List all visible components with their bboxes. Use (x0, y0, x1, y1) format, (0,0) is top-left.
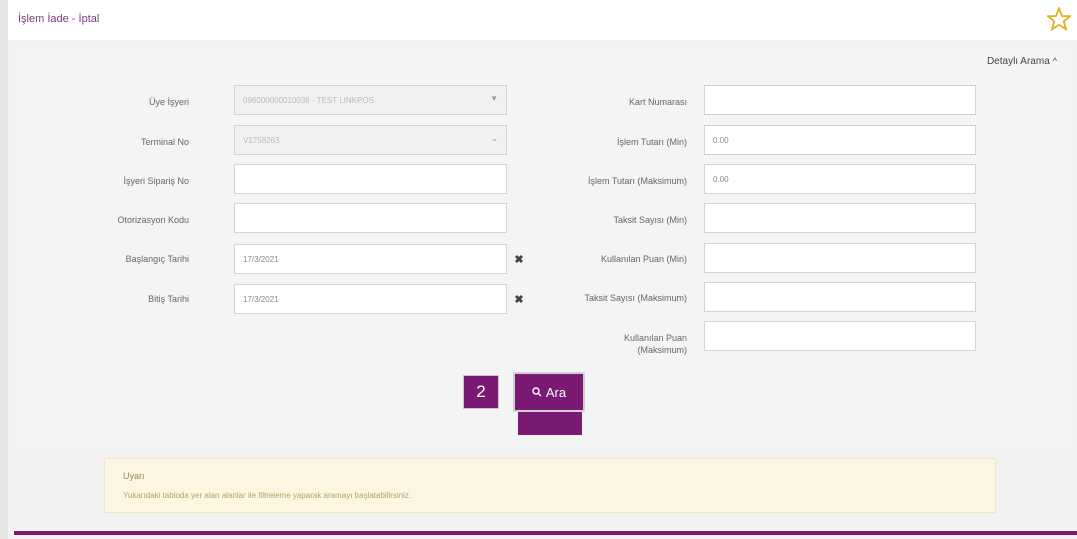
taksit-sayisi-min-label: Taksit Sayısı (Min) (613, 215, 687, 225)
alert-title: Uyarı (123, 471, 145, 481)
kullanilan-puan-maks-label: Kullanılan Puan (Maksimum) (623, 333, 687, 355)
baslangic-tarihi-input[interactable]: 17/3/2021 (234, 244, 507, 274)
terminal-no-select: V1758263 ⌄ (234, 125, 507, 155)
kullanilan-puan-min-label: Kullanılan Puan (Min) (600, 254, 687, 264)
search-button-label: Ara (545, 384, 567, 400)
otorizasyon-kodu-label: Otorizasyon Kodu (117, 215, 189, 225)
detailed-search-toggle[interactable]: Detaylı Arama ^ (987, 56, 1057, 67)
search-icon (532, 387, 542, 397)
kart-numarasi-label: Kart Numarası (628, 97, 687, 107)
alert-text: Yukarıdaki tabloda yer alan alanlar ile … (123, 491, 412, 500)
islem-tutari-min-label: İşlem Tutarı (Min) (616, 137, 687, 147)
uye-isyeri-select: 096000000010036 - TEST LINKPOS ▼ (234, 85, 507, 115)
caret-down-icon: ▼ (490, 94, 498, 103)
isyeri-siparis-no-input[interactable] (234, 164, 507, 194)
kullanilan-puan-maks-input[interactable] (704, 321, 976, 351)
page-header: İşlem İade - İptal (8, 0, 1077, 40)
bottom-accent-bar (14, 531, 1077, 535)
chevron-up-icon: ^ (1052, 56, 1057, 66)
kullanilan-puan-min-input[interactable] (704, 243, 976, 273)
islem-tutari-maks-input[interactable]: 0.00 (704, 164, 976, 194)
uye-isyeri-label: Üye İşyeri (148, 97, 189, 107)
bitis-tarihi-input[interactable]: 17/3/2021 (234, 284, 507, 314)
terminal-no-value: V1758263 (243, 135, 280, 145)
taksit-sayisi-maks-input[interactable] (704, 282, 976, 312)
islem-tutari-maks-label: İşlem Tutarı (Maksimum) (587, 176, 687, 186)
taksit-sayisi-maks-label: Taksit Sayısı (Maksimum) (584, 293, 687, 303)
clear-start-date-icon[interactable]: ✖ (507, 244, 531, 274)
clear-end-date-icon[interactable]: ✖ (507, 284, 531, 314)
step-number-badge: 2 (463, 375, 499, 409)
kart-numarasi-input[interactable] (704, 85, 976, 115)
chevron-down-icon: ⌄ (491, 134, 498, 143)
isyeri-siparis-no-label: İşyeri Sipariş No (123, 176, 189, 186)
page-title: İşlem İade - İptal (18, 13, 100, 25)
left-edge (0, 0, 8, 539)
taksit-sayisi-min-input[interactable] (704, 203, 976, 233)
info-alert: Uyarı Yukarıdaki tabloda yer alan alanla… (104, 458, 996, 513)
uye-isyeri-value: 096000000010036 - TEST LINKPOS (243, 95, 374, 105)
islem-tutari-min-input[interactable]: 0.00 (704, 125, 976, 155)
search-button[interactable]: Ara (513, 372, 585, 412)
detailed-search-label: Detaylı Arama (986, 56, 1050, 67)
terminal-no-label: Terminal No (140, 137, 189, 147)
baslangic-tarihi-label: Başlangıç Tarihi (125, 254, 189, 264)
favorite-star-icon[interactable] (1047, 7, 1071, 31)
bitis-tarihi-label: Bitiş Tarihi (148, 294, 189, 304)
otorizasyon-kodu-input[interactable] (234, 203, 507, 233)
